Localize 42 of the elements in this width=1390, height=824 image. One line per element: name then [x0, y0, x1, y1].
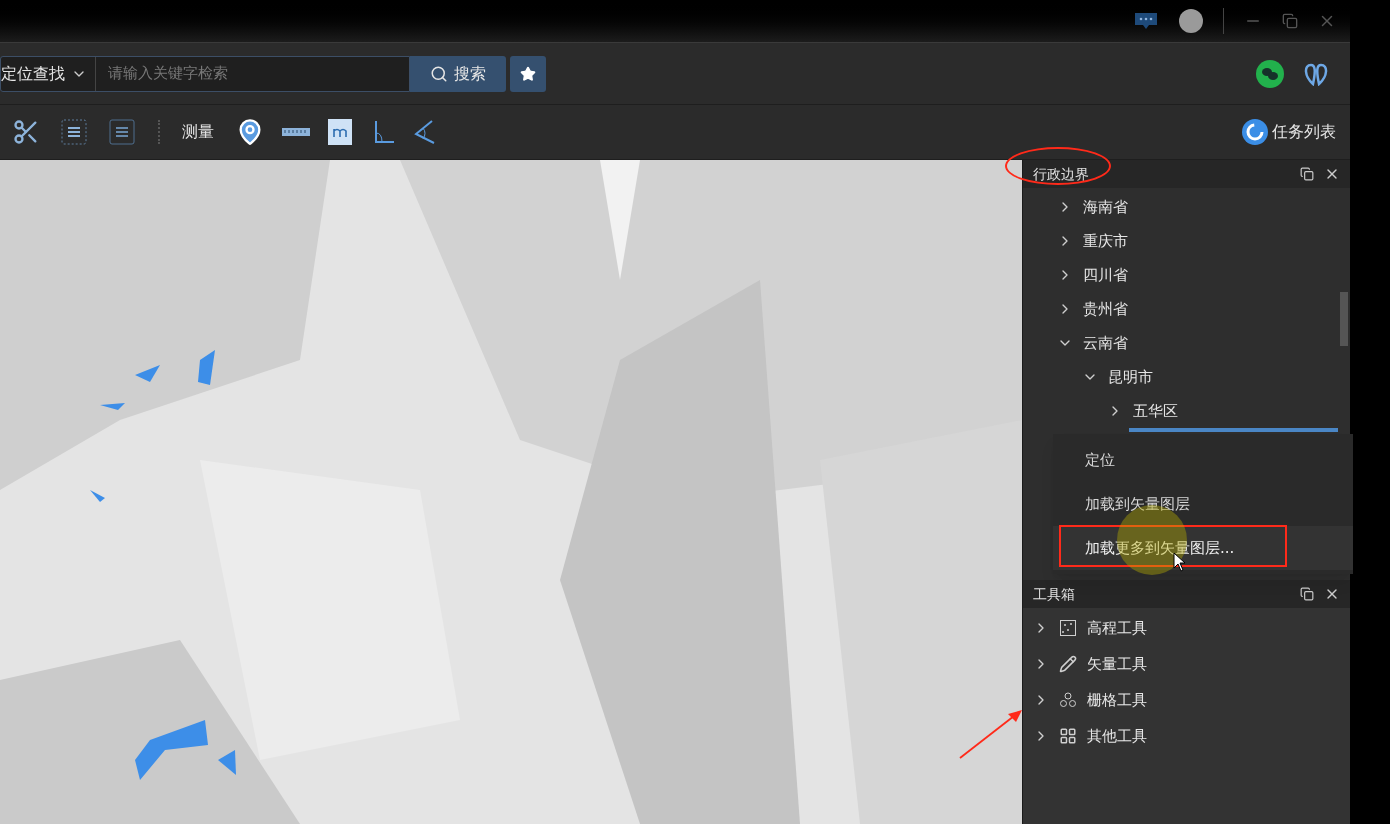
- menu-item[interactable]: 加载更多到矢量图层...: [1053, 526, 1353, 570]
- grid-icon: [1059, 727, 1077, 745]
- menu-item[interactable]: 定位: [1053, 438, 1353, 482]
- angle-icon[interactable]: [372, 119, 396, 145]
- scrollbar-thumb[interactable]: [1340, 292, 1348, 346]
- area-icon[interactable]: [328, 119, 352, 145]
- grid-map-icon: [1059, 619, 1077, 637]
- ruler-icon[interactable]: [282, 126, 310, 138]
- restore-icon[interactable]: [1300, 167, 1314, 181]
- panel-title: 行政边界: [1033, 164, 1090, 184]
- tool-item[interactable]: 矢量工具: [1087, 652, 1147, 676]
- tree-item[interactable]: 贵州省: [1083, 297, 1128, 321]
- tool-item[interactable]: 栅格工具: [1087, 688, 1147, 712]
- favorite-button[interactable]: [510, 55, 546, 92]
- document-icon[interactable]: [60, 118, 88, 146]
- annotation-arrow: [958, 708, 1022, 760]
- search-icon: [430, 64, 448, 83]
- measure-label: 测量: [182, 121, 214, 143]
- tool-item[interactable]: 其他工具: [1087, 724, 1147, 748]
- star-icon: [520, 65, 536, 82]
- tree-item[interactable]: 重庆市: [1083, 229, 1128, 253]
- tree-item[interactable]: 四川省: [1083, 263, 1128, 287]
- avatar[interactable]: [1179, 9, 1203, 33]
- tool-item[interactable]: 高程工具: [1087, 616, 1147, 640]
- panel-title: 工具箱: [1033, 584, 1076, 604]
- tree-item[interactable]: 昆明市: [1108, 365, 1153, 389]
- pencil-icon: [1059, 655, 1077, 673]
- twin-leaf-icon[interactable]: [1302, 61, 1330, 86]
- search-field[interactable]: 定位查找 请输入关键字检索: [0, 55, 410, 92]
- restore-icon[interactable]: [1300, 587, 1314, 601]
- task-list-button[interactable]: 任务列表: [1242, 119, 1336, 145]
- chat-icon[interactable]: [1133, 12, 1159, 30]
- tree-item[interactable]: 海南省: [1083, 195, 1128, 219]
- search-button[interactable]: 搜索: [410, 55, 506, 92]
- menu-item[interactable]: 加载到矢量图层: [1053, 482, 1353, 526]
- document-icon[interactable]: [108, 118, 136, 146]
- chat-bubbles-icon[interactable]: [1256, 59, 1284, 88]
- tree-item[interactable]: 云南省: [1083, 331, 1128, 355]
- cubes-icon: [1059, 691, 1077, 709]
- spinner-icon: [1242, 119, 1268, 145]
- mode-dropdown[interactable]: 定位查找: [1, 56, 96, 91]
- tree-item[interactable]: 五华区: [1133, 399, 1178, 423]
